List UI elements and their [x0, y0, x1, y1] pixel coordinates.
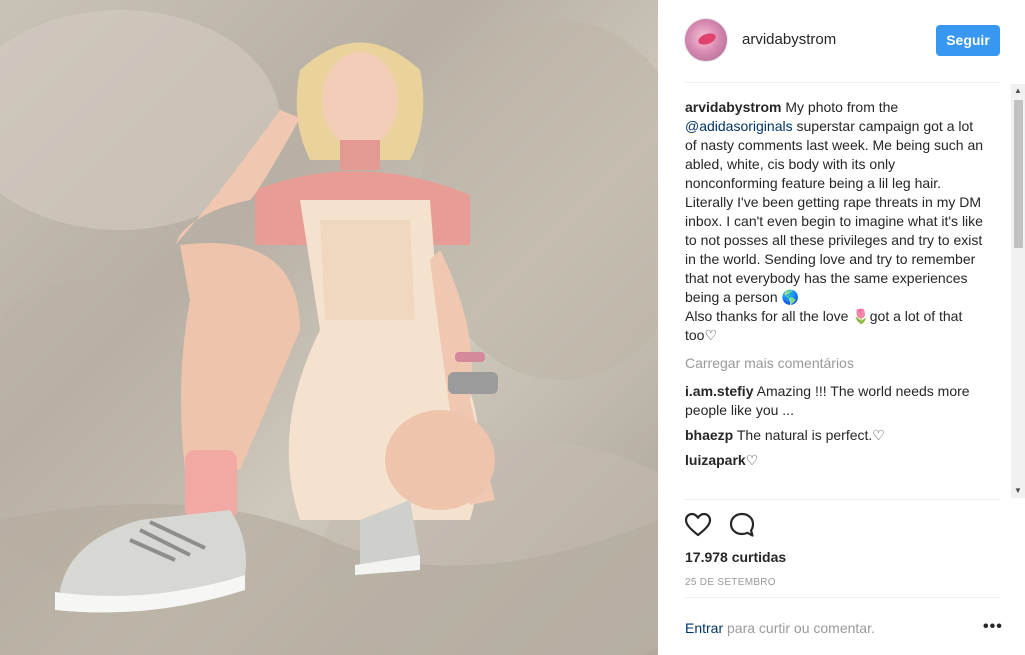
post-date[interactable]: 25 DE SETEMBRO: [685, 577, 776, 588]
footer-divider: [684, 597, 1000, 598]
caption: arvidabystrom My photo from the @adidaso…: [685, 98, 985, 345]
post-details-panel: arvidabystrom Seguir arvidabystrom My ph…: [658, 0, 1025, 655]
post-actions: [684, 511, 804, 541]
comment-item: bhaezp The natural is perfect.♡: [685, 426, 985, 445]
load-more-comments-link[interactable]: Carregar mais comentários: [685, 354, 985, 373]
more-options-icon[interactable]: •••: [983, 618, 1003, 636]
comment-bubble-icon[interactable]: [728, 511, 756, 539]
login-prompt-text: para curtir ou comentar.: [723, 620, 875, 636]
heart-icon[interactable]: [684, 511, 712, 539]
post-header: arvidabystrom Seguir: [684, 18, 1000, 62]
avatar[interactable]: [684, 18, 728, 62]
comment-item: i.am.stefiy Amazing !!! The world needs …: [685, 382, 985, 420]
scrollbar-thumb[interactable]: [1014, 100, 1023, 248]
caption-text-end: superstar campaign got a lot of nasty co…: [685, 118, 984, 343]
scroll-up-arrow-icon[interactable]: ▲: [1011, 84, 1025, 98]
comment-author[interactable]: i.am.stefiy: [685, 383, 753, 399]
comment-author[interactable]: luizapark: [685, 452, 746, 468]
actions-divider: [684, 499, 1000, 500]
login-link[interactable]: Entrar: [685, 620, 723, 636]
comment-text: ♡: [745, 452, 759, 468]
header-divider: [684, 82, 1000, 83]
caption-mention[interactable]: @adidasoriginals: [685, 118, 793, 134]
caption-text-start: My photo from the: [781, 99, 903, 115]
comment-text: The natural is perfect.♡: [733, 427, 885, 443]
scroll-down-arrow-icon[interactable]: ▼: [1011, 484, 1025, 498]
post-photo-illustration: [0, 10, 658, 655]
comment-item: luizapark♡: [685, 451, 985, 470]
caption-author[interactable]: arvidabystrom: [685, 99, 781, 115]
comment-author[interactable]: bhaezp: [685, 427, 733, 443]
comments-list: arvidabystrom My photo from the @adidaso…: [685, 98, 985, 500]
post-photo[interactable]: [0, 0, 658, 655]
follow-button[interactable]: Seguir: [936, 25, 1000, 56]
likes-count[interactable]: 17.978 curtidas: [685, 549, 786, 565]
login-prompt: Entrar para curtir ou comentar.: [685, 620, 875, 636]
comments-scrollbar[interactable]: ▲ ▼: [1011, 84, 1025, 498]
header-username[interactable]: arvidabystrom: [742, 31, 836, 48]
